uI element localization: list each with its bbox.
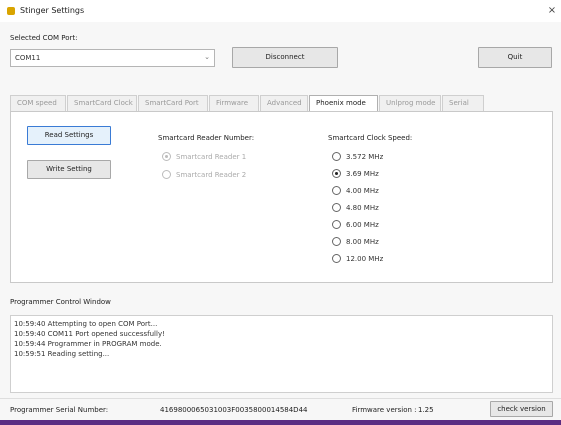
settings-tabs: COM speed SmartCard Clock SmartCard Port… (10, 95, 531, 112)
clock-400-label: 4.00 MHz (346, 187, 379, 195)
reader-1-label: Smartcard Reader 1 (176, 153, 247, 161)
title-bar: Stinger Settings × (0, 0, 561, 22)
com-port-label: Selected COM Port: (10, 34, 78, 42)
clock-800-radio[interactable] (332, 237, 341, 246)
write-setting-button[interactable]: Write Setting (27, 160, 111, 179)
clock-400-radio[interactable] (332, 186, 341, 195)
reader-number-heading: Smartcard Reader Number: (158, 134, 255, 142)
tab-phoenix-mode[interactable]: Phoenix mode (309, 95, 378, 112)
clock-1200-label: 12.00 MHz (346, 255, 384, 263)
firmware-version-label: Firmware version : (352, 406, 417, 414)
control-window-heading: Programmer Control Window (10, 298, 111, 306)
bottom-accent-bar (0, 420, 561, 425)
chevron-down-icon: ⌄ (204, 53, 210, 61)
firmware-version-value: 1.25 (418, 406, 434, 414)
log-line: 10:59:40 COM11 Port opened successfully! (14, 330, 165, 338)
tab-smartcard-clock[interactable]: SmartCard Clock (67, 95, 137, 111)
reader-2-radio[interactable] (162, 170, 171, 179)
programmer-log[interactable]: 10:59:40 Attempting to open COM Port... … (10, 315, 553, 393)
reader-1-radio[interactable] (162, 152, 171, 161)
com-port-select[interactable]: COM11 ⌄ (10, 49, 215, 67)
stinger-settings-window: Stinger Settings × Selected COM Port: CO… (0, 0, 561, 425)
reader-2-label: Smartcard Reader 2 (176, 171, 247, 179)
tab-firmware[interactable]: Firmware (209, 95, 259, 111)
tab-com-speed[interactable]: COM speed (10, 95, 66, 111)
app-icon (7, 7, 15, 15)
tab-serial[interactable]: Serial (442, 95, 484, 111)
clock-3572-label: 3.572 MHz (346, 153, 384, 161)
tab-smartcard-port[interactable]: SmartCard Port (138, 95, 208, 111)
log-line: 10:59:44 Programmer in PROGRAM mode. (14, 340, 162, 348)
clock-800-label: 8.00 MHz (346, 238, 379, 246)
read-settings-button[interactable]: Read Settings (27, 126, 111, 145)
tab-unlprog-mode[interactable]: Unlprog mode (379, 95, 441, 111)
clock-369-label: 3.69 MHz (346, 170, 379, 178)
clock-1200-radio[interactable] (332, 254, 341, 263)
clock-480-label: 4.80 MHz (346, 204, 379, 212)
log-line: 10:59:40 Attempting to open COM Port... (14, 320, 158, 328)
disconnect-button[interactable]: Disconnect (232, 47, 338, 68)
clock-369-radio[interactable] (332, 169, 341, 178)
log-line: 10:59:51 Reading setting... (14, 350, 110, 358)
clock-speed-heading: Smartcard Clock Speed: (328, 134, 413, 142)
quit-button[interactable]: Quit (478, 47, 552, 68)
com-port-value: COM11 (15, 54, 41, 62)
check-version-button[interactable]: check version (490, 401, 553, 417)
status-divider (0, 398, 561, 399)
window-title: Stinger Settings (20, 6, 85, 15)
close-icon[interactable]: × (545, 4, 559, 18)
clock-600-label: 6.00 MHz (346, 221, 379, 229)
clock-480-radio[interactable] (332, 203, 341, 212)
tab-advanced[interactable]: Advanced (260, 95, 308, 111)
clock-600-radio[interactable] (332, 220, 341, 229)
serial-number-value: 4169800065031003F0035800014584D44 (160, 406, 308, 414)
clock-3572-radio[interactable] (332, 152, 341, 161)
serial-number-label: Programmer Serial Number: (10, 406, 109, 414)
